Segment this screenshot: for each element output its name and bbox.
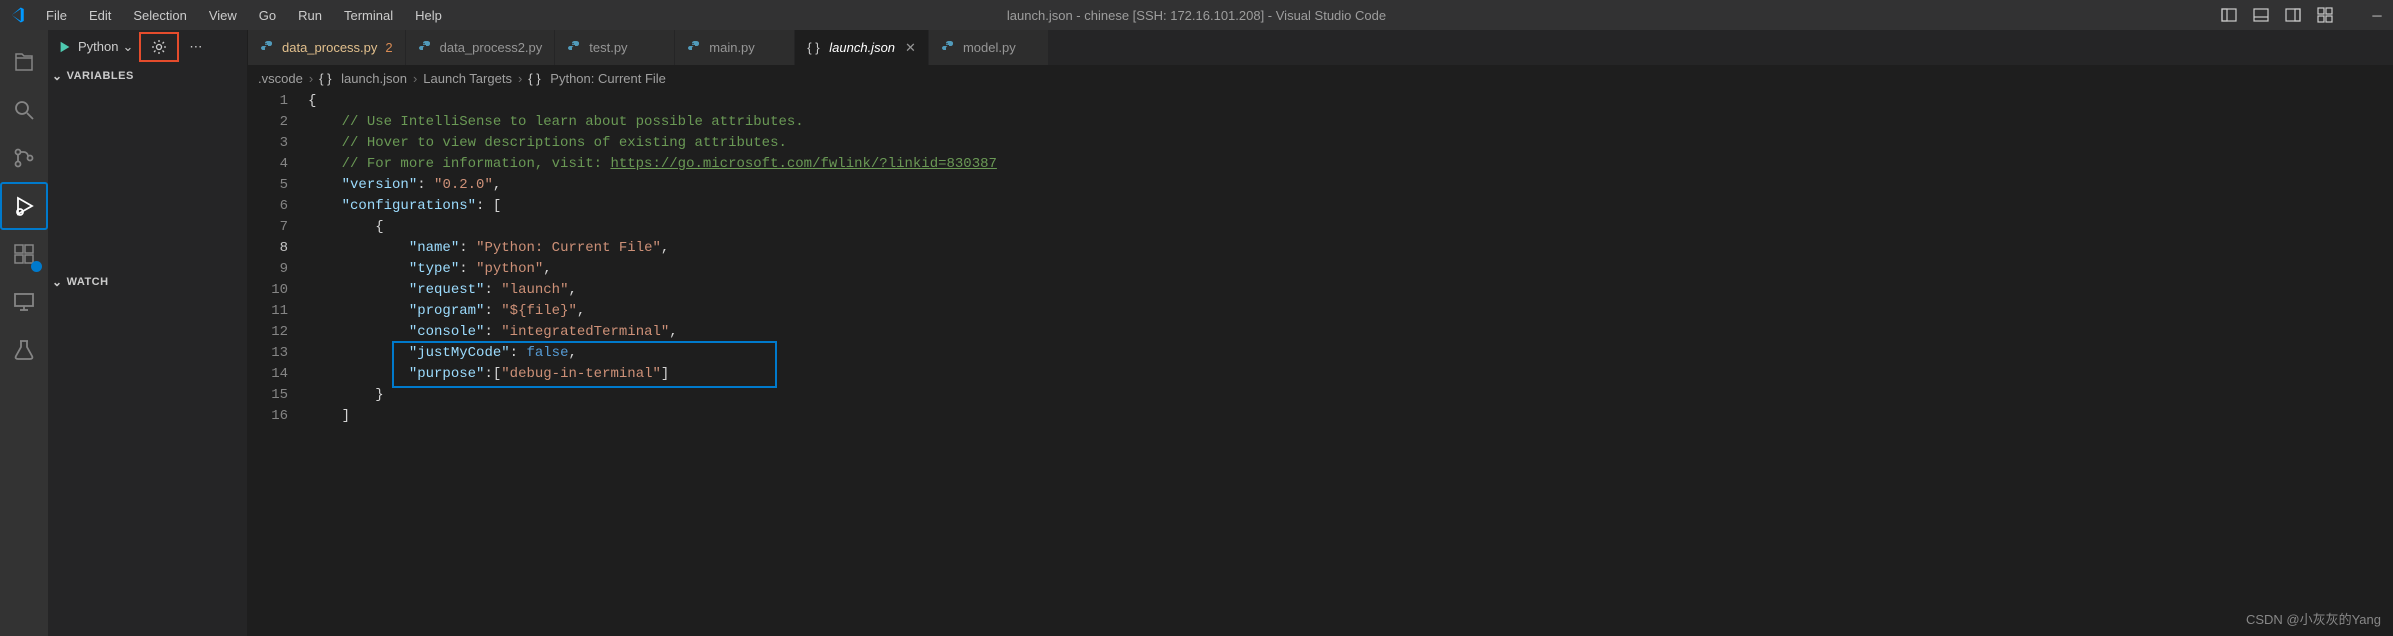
tab-main[interactable]: main.py bbox=[675, 30, 795, 65]
open-launch-json-button[interactable] bbox=[139, 32, 179, 62]
tab-test[interactable]: test.py bbox=[555, 30, 675, 65]
python-file-icon bbox=[418, 40, 434, 56]
menu-run[interactable]: Run bbox=[288, 4, 332, 27]
layout-bottom-icon[interactable] bbox=[2253, 7, 2269, 23]
layout-secondary-icon[interactable] bbox=[2285, 7, 2301, 23]
layout-customize-icon[interactable] bbox=[2317, 7, 2333, 23]
explorer-icon[interactable] bbox=[0, 38, 48, 86]
watch-label: WATCH bbox=[67, 276, 109, 288]
line-numbers: 1 2 3 4 5 6 7 8 9 10 11 12 13 14 15 16 bbox=[248, 91, 308, 636]
breadcrumb[interactable]: .vscode › { } launch.json › Launch Targe… bbox=[248, 65, 2393, 91]
tab-label: test.py bbox=[589, 40, 627, 55]
debug-sidebar: Python ⌄ ⋯ ⌄ VARIABLES ⌄ WATCH bbox=[48, 30, 248, 636]
menu-edit[interactable]: Edit bbox=[79, 4, 121, 27]
source-control-icon[interactable] bbox=[0, 134, 48, 182]
json-file-icon: { } bbox=[319, 70, 335, 86]
tab-label: launch.json bbox=[829, 40, 895, 55]
debug-config-label: Python bbox=[78, 39, 118, 54]
activity-bar bbox=[0, 30, 48, 636]
minimize-icon[interactable]: ─ bbox=[2369, 7, 2385, 23]
json-object-icon: { } bbox=[528, 70, 544, 86]
tab-label: data_process2.py bbox=[440, 40, 543, 55]
python-file-icon bbox=[941, 40, 957, 56]
chevron-right-icon: › bbox=[309, 71, 313, 86]
debug-config-selector[interactable]: Python ⌄ bbox=[78, 39, 133, 55]
remote-icon[interactable] bbox=[0, 278, 48, 326]
vscode-icon bbox=[8, 6, 26, 24]
python-file-icon bbox=[260, 40, 276, 56]
chevron-right-icon: › bbox=[413, 71, 417, 86]
menu-bar: File Edit Selection View Go Run Terminal… bbox=[36, 4, 452, 27]
more-actions-icon[interactable]: ⋯ bbox=[189, 39, 202, 55]
testing-icon[interactable] bbox=[0, 326, 48, 374]
python-file-icon bbox=[687, 40, 703, 56]
chevron-right-icon: › bbox=[518, 71, 522, 86]
variables-section[interactable]: ⌄ VARIABLES bbox=[48, 63, 247, 89]
editor-area: data_process.py 2 data_process2.py test.… bbox=[248, 30, 2393, 636]
tab-label: data_process.py bbox=[282, 40, 377, 55]
chevron-down-icon: ⌄ bbox=[122, 39, 133, 55]
tab-label: model.py bbox=[963, 40, 1016, 55]
title-controls: ─ bbox=[2221, 7, 2385, 23]
menu-file[interactable]: File bbox=[36, 4, 77, 27]
chevron-down-icon: ⌄ bbox=[52, 275, 63, 289]
title-bar: File Edit Selection View Go Run Terminal… bbox=[0, 0, 2393, 30]
tab-label: main.py bbox=[709, 40, 755, 55]
menu-selection[interactable]: Selection bbox=[123, 4, 196, 27]
run-debug-icon[interactable] bbox=[0, 182, 48, 230]
breadcrumb-part[interactable]: .vscode bbox=[258, 71, 303, 86]
code-content[interactable]: { // Use IntelliSense to learn about pos… bbox=[308, 91, 2393, 636]
start-debugging-icon[interactable] bbox=[58, 40, 72, 54]
layout-primary-icon[interactable] bbox=[2221, 7, 2237, 23]
chevron-down-icon: ⌄ bbox=[52, 69, 63, 83]
close-icon[interactable]: ✕ bbox=[905, 40, 916, 56]
tab-data-process[interactable]: data_process.py 2 bbox=[248, 30, 406, 65]
extensions-badge bbox=[31, 261, 42, 272]
watch-section[interactable]: ⌄ WATCH bbox=[48, 269, 247, 295]
tab-bar: data_process.py 2 data_process2.py test.… bbox=[248, 30, 2393, 65]
tab-launch-json[interactable]: { } launch.json ✕ bbox=[795, 30, 929, 65]
window-title: launch.json - chinese [SSH: 172.16.101.2… bbox=[1007, 8, 1386, 23]
breadcrumb-part[interactable]: Launch Targets bbox=[423, 71, 512, 86]
breadcrumb-part[interactable]: launch.json bbox=[341, 71, 407, 86]
search-icon[interactable] bbox=[0, 86, 48, 134]
breadcrumb-part[interactable]: Python: Current File bbox=[550, 71, 666, 86]
menu-help[interactable]: Help bbox=[405, 4, 452, 27]
debug-config-row: Python ⌄ ⋯ bbox=[48, 30, 247, 63]
extensions-icon[interactable] bbox=[0, 230, 48, 278]
watermark: CSDN @小灰灰的Yang bbox=[2246, 609, 2381, 628]
menu-view[interactable]: View bbox=[199, 4, 247, 27]
menu-go[interactable]: Go bbox=[249, 4, 286, 27]
menu-terminal[interactable]: Terminal bbox=[334, 4, 403, 27]
python-file-icon bbox=[567, 40, 583, 56]
tab-modified-count: 2 bbox=[385, 40, 392, 55]
json-file-icon: { } bbox=[807, 40, 823, 56]
tab-data-process2[interactable]: data_process2.py bbox=[406, 30, 556, 65]
tab-model[interactable]: model.py bbox=[929, 30, 1049, 65]
variables-label: VARIABLES bbox=[67, 70, 134, 82]
editor-body[interactable]: 1 2 3 4 5 6 7 8 9 10 11 12 13 14 15 16 {… bbox=[248, 91, 2393, 636]
